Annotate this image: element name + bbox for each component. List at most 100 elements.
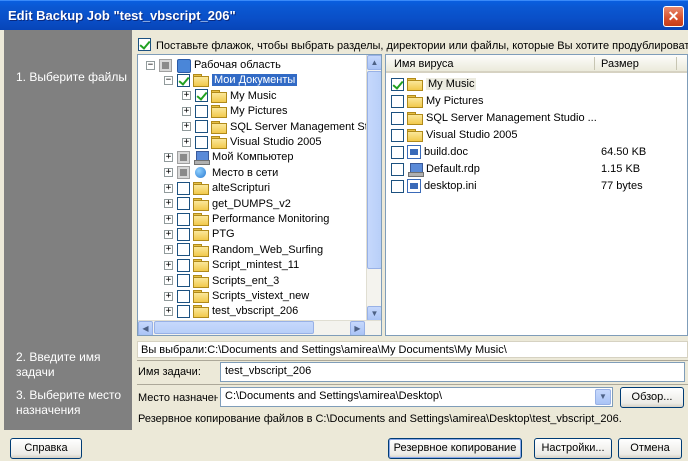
- scroll-down-button[interactable]: ▼: [367, 306, 381, 321]
- folder-icon: [193, 197, 209, 211]
- list-item-checkbox[interactable]: [391, 94, 404, 108]
- file-list[interactable]: Имя вируса Размер My Music My Pictures SQL…: [385, 54, 688, 336]
- tree-item[interactable]: + Scripts_vistext_new: [164, 288, 309, 304]
- close-button[interactable]: ✕: [663, 6, 684, 27]
- tree-item[interactable]: + get_DUMPS_v2: [164, 196, 291, 212]
- tree-item[interactable]: + PTG: [164, 226, 235, 242]
- list-item-checkbox[interactable]: [391, 145, 404, 159]
- list-item[interactable]: build.doc: [391, 144, 468, 160]
- column-name-header[interactable]: Имя вируса: [394, 58, 453, 70]
- list-item-checkbox[interactable]: [391, 128, 404, 142]
- tree-item[interactable]: + SQL Server Management Stu: [182, 119, 374, 135]
- tree-item[interactable]: + test_vbscript_206: [164, 303, 298, 319]
- tree-item[interactable]: + Script_mintest_11: [164, 257, 299, 273]
- tree-item-checkbox[interactable]: [177, 181, 190, 195]
- list-item-checkbox[interactable]: [391, 111, 404, 125]
- column-size-header[interactable]: Размер: [601, 58, 639, 70]
- expand-icon[interactable]: +: [164, 152, 173, 162]
- tree-item-label: Visual Studio 2005: [230, 136, 322, 148]
- expand-icon[interactable]: +: [164, 168, 173, 178]
- expand-icon[interactable]: +: [164, 276, 173, 286]
- tree-item-checkbox[interactable]: [195, 135, 208, 149]
- help-button[interactable]: Справка: [10, 438, 82, 459]
- browse-button[interactable]: Обзор...: [620, 387, 684, 408]
- tree-item[interactable]: + Место в сети: [164, 165, 278, 181]
- expand-icon[interactable]: +: [182, 91, 191, 101]
- tree-vertical-scrollbar[interactable]: ▲ ▼: [366, 55, 381, 321]
- tree-item[interactable]: − Рабочая область: [146, 57, 281, 73]
- expand-icon[interactable]: +: [164, 199, 173, 209]
- tree-item[interactable]: + Visual Studio 2005: [182, 134, 322, 150]
- expand-icon[interactable]: +: [164, 291, 173, 301]
- tree-item-checkbox[interactable]: [159, 58, 172, 72]
- expand-icon[interactable]: +: [182, 106, 191, 116]
- scroll-thumb[interactable]: [367, 71, 381, 269]
- tree-item-checkbox[interactable]: [177, 73, 190, 87]
- list-item[interactable]: My Pictures: [391, 93, 483, 109]
- tree-item-checkbox[interactable]: [177, 212, 190, 226]
- tree-item-checkbox[interactable]: [195, 104, 208, 118]
- instruction-checkbox[interactable]: [138, 38, 151, 51]
- list-item-checkbox[interactable]: [391, 179, 404, 193]
- list-item[interactable]: My Music: [391, 76, 477, 92]
- h-scroll-thumb[interactable]: [154, 321, 314, 334]
- cancel-button[interactable]: Отмена: [618, 438, 682, 459]
- tree-item-label: Место в сети: [212, 166, 279, 179]
- tree-item-label: Рабочая область: [194, 59, 281, 71]
- list-item-name: My Music: [426, 78, 477, 90]
- tree-item-checkbox[interactable]: [177, 274, 190, 288]
- tree-item-checkbox[interactable]: [177, 289, 190, 303]
- tree-item-checkbox[interactable]: [177, 166, 190, 180]
- tree-item[interactable]: + My Music: [182, 88, 276, 104]
- expand-icon[interactable]: +: [182, 122, 191, 132]
- tree-horizontal-scrollbar[interactable]: ◀ ▶: [138, 320, 381, 335]
- settings-button[interactable]: Настройки...: [534, 438, 612, 459]
- divider: [137, 360, 688, 361]
- destination-combo[interactable]: C:\Documents and Settings\amirea\Desktop…: [220, 387, 613, 407]
- tree-item[interactable]: + Random_Web_Surfing: [164, 242, 323, 258]
- folder-tree[interactable]: − Рабочая область − Мои Документы + My Music +…: [137, 54, 382, 336]
- title-bar: Edit Backup Job "test_vbscript_206" ✕: [0, 0, 688, 30]
- tree-item[interactable]: + alteScripturi: [164, 180, 270, 196]
- tree-item-checkbox[interactable]: [177, 197, 190, 211]
- scroll-right-button[interactable]: ▶: [350, 321, 365, 335]
- task-name-input[interactable]: test_vbscript_206: [220, 362, 685, 382]
- destination-label: Место назначения:: [138, 392, 218, 404]
- collapse-icon[interactable]: −: [164, 75, 173, 85]
- list-item[interactable]: Default.rdp: [391, 161, 480, 177]
- expand-icon[interactable]: +: [164, 306, 173, 316]
- tree-item-checkbox[interactable]: [177, 243, 190, 257]
- task-name-label: Имя задачи:: [138, 366, 201, 378]
- scroll-up-button[interactable]: ▲: [367, 55, 381, 70]
- tree-item-checkbox[interactable]: [177, 258, 190, 272]
- expand-icon[interactable]: +: [164, 260, 173, 270]
- tree-item-label: test_vbscript_206: [212, 305, 299, 318]
- tree-item[interactable]: + Performance Monitoring: [164, 211, 329, 227]
- chevron-down-icon[interactable]: ▼: [595, 389, 611, 405]
- tree-item[interactable]: + My Pictures: [182, 103, 287, 119]
- tree-item[interactable]: + Scripts_ent_3: [164, 273, 279, 289]
- list-item-checkbox[interactable]: [391, 162, 404, 176]
- expand-icon[interactable]: +: [164, 245, 173, 255]
- folder-icon: [193, 182, 209, 196]
- tree-item[interactable]: − Мои Документы: [164, 72, 298, 88]
- list-item-checkbox[interactable]: [391, 77, 404, 91]
- network-icon: [193, 166, 209, 179]
- list-item[interactable]: SQL Server Management Studio ...: [391, 110, 597, 126]
- tree-item[interactable]: + Мой Компьютер: [164, 149, 294, 165]
- list-item[interactable]: desktop.ini: [391, 178, 477, 194]
- tree-item-checkbox[interactable]: [195, 120, 208, 134]
- backup-button[interactable]: Резервное копирование: [388, 438, 522, 459]
- tree-item-checkbox[interactable]: [195, 89, 208, 103]
- expand-icon[interactable]: +: [164, 183, 173, 193]
- tree-item-checkbox[interactable]: [177, 304, 190, 318]
- collapse-icon[interactable]: −: [146, 60, 155, 70]
- tree-item-checkbox[interactable]: [177, 150, 190, 164]
- list-item[interactable]: Visual Studio 2005: [391, 127, 518, 143]
- tree-item-checkbox[interactable]: [177, 227, 190, 241]
- scroll-left-button[interactable]: ◀: [138, 321, 153, 335]
- instruction-text: Поставьте флажок, чтобы выбрать разделы,…: [156, 40, 688, 52]
- expand-icon[interactable]: +: [164, 229, 173, 239]
- expand-icon[interactable]: +: [164, 214, 173, 224]
- expand-icon[interactable]: +: [182, 137, 191, 147]
